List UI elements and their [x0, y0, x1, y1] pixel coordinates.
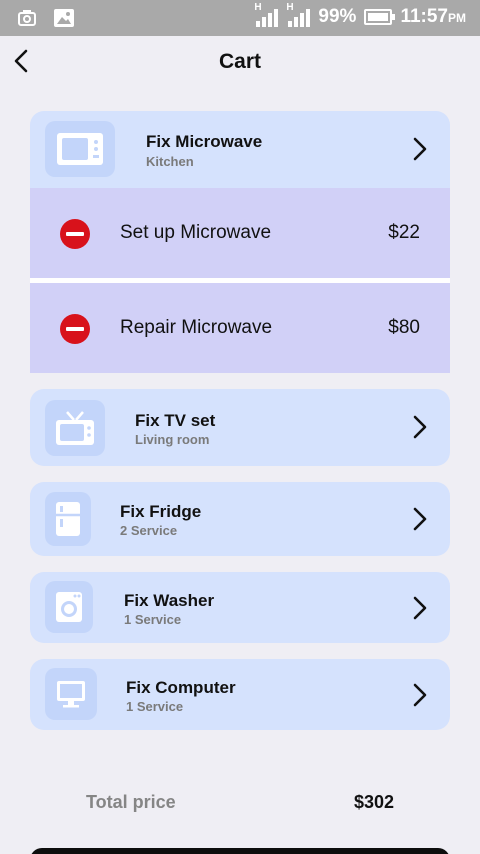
tv-icon	[56, 411, 94, 445]
category-subtitle: Kitchen	[146, 154, 194, 169]
battery-percent: 99%	[318, 6, 357, 27]
category-icon-box	[45, 400, 105, 456]
category-title: Fix Computer	[126, 678, 236, 697]
signal-icon: H	[254, 2, 279, 27]
category-card-washer[interactable]: Fix Washer 1 Service	[30, 572, 450, 643]
category-subtitle: Living room	[135, 432, 210, 447]
chevron-right-icon[interactable]	[408, 135, 432, 163]
chevron-right-icon[interactable]	[408, 505, 432, 533]
category-title: Fix Fridge	[120, 502, 202, 521]
chevron-right-icon[interactable]	[408, 681, 432, 709]
checkout-button[interactable]	[30, 848, 450, 854]
category-card-computer[interactable]: Fix Computer 1 Service	[30, 659, 450, 730]
service-row: Set up Microwave $22	[30, 188, 450, 278]
status-bar: H H 99% 11:57PM	[0, 0, 480, 36]
category-title: Fix TV set	[135, 411, 216, 430]
category-subtitle: 1 Service	[126, 699, 184, 714]
fridge-icon	[56, 502, 80, 536]
microwave-icon	[57, 133, 103, 165]
category-icon-box	[45, 668, 97, 720]
service-price: $80	[388, 317, 420, 338]
battery-icon	[364, 9, 396, 25]
category-card-tv[interactable]: Fix TV set Living room	[30, 389, 450, 466]
service-name: Repair Microwave	[120, 317, 273, 338]
chevron-right-icon[interactable]	[408, 413, 432, 441]
service-row: Repair Microwave $80	[30, 283, 450, 373]
signal-icon-2: H	[286, 2, 311, 27]
total-price-value: $302	[353, 792, 394, 812]
category-title: Fix Microwave	[146, 132, 263, 151]
category-title: Fix Washer	[124, 591, 215, 610]
camera-notification-icon	[18, 10, 36, 26]
service-name: Set up Microwave	[120, 222, 272, 243]
remove-service-icon[interactable]	[60, 219, 90, 249]
clock: 11:57PM	[400, 6, 466, 27]
washer-icon	[56, 592, 82, 622]
category-subtitle: 1 Service	[124, 612, 182, 627]
category-icon-box	[45, 581, 93, 633]
app-header: Cart	[0, 36, 480, 88]
computer-icon	[57, 681, 85, 708]
category-subtitle: 2 Service	[120, 523, 178, 538]
total-price-label: Total price	[86, 792, 176, 812]
category-card-fridge[interactable]: Fix Fridge 2 Service	[30, 482, 450, 556]
service-price: $22	[388, 222, 420, 243]
image-notification-icon	[54, 9, 74, 27]
chevron-right-icon[interactable]	[408, 594, 432, 622]
page-title: Cart	[218, 50, 261, 73]
remove-service-icon[interactable]	[60, 314, 90, 344]
category-icon-box	[45, 121, 115, 177]
category-icon-box	[45, 492, 91, 546]
